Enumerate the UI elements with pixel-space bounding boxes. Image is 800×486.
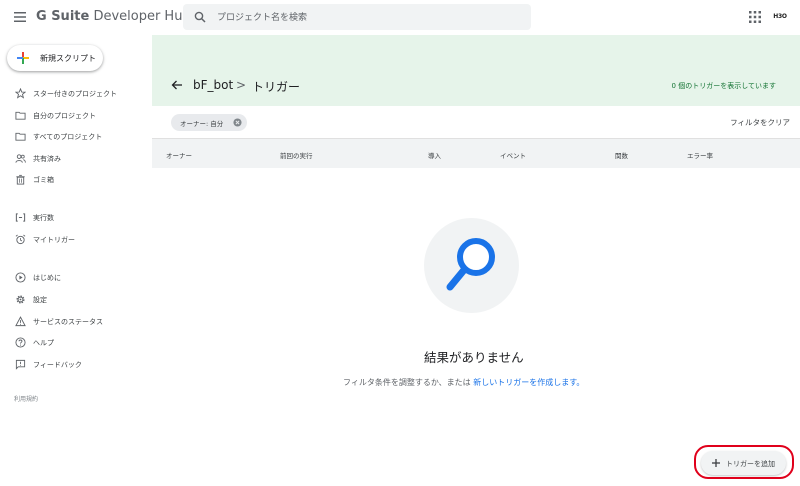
folder-icon [15,111,26,120]
avatar[interactable]: H3O [771,8,789,26]
sidebar-item-label: 自分のプロジェクト [33,112,96,120]
sidebar-item-getting-started[interactable]: はじめに [0,268,150,288]
back-arrow-icon[interactable] [171,79,183,91]
column-header-error-rate[interactable]: エラー率 [687,150,713,160]
sidebar-item-label: ヘルプ [33,339,54,347]
colorful-plus-icon [17,52,29,64]
project-header-banner: bF_bot > トリガー 0 個のトリガーを表示しています [152,35,800,106]
sidebar-item-shared[interactable]: 共有済み [0,149,150,169]
sidebar-item-all-projects[interactable]: すべてのプロジェクト [0,127,150,147]
magnifier-icon [446,238,495,291]
sidebar-item-label: スター付きのプロジェクト [33,90,117,98]
sidebar-item-my-triggers[interactable]: マイトリガー [0,230,150,250]
search-box[interactable] [183,4,531,30]
breadcrumb-project[interactable]: bF_bot [193,78,233,92]
create-trigger-link[interactable]: 新しいトリガーを作成します。 [473,378,584,387]
logo-suffix: Developer Hub [89,9,191,24]
terms-link[interactable]: 利用規約 [14,394,38,403]
sidebar-item-label: ゴミ箱 [33,176,54,184]
help-icon [15,337,26,348]
sidebar-item-trash[interactable]: ゴミ箱 [0,170,150,190]
logo-prefix: G Suite [36,9,90,24]
sidebar-item-label: 設定 [33,296,47,304]
column-header-owner[interactable]: オーナー [166,150,192,160]
sidebar-item-my-projects[interactable]: 自分のプロジェクト [0,106,150,126]
sidebar-item-starred[interactable]: スター付きのプロジェクト [0,84,150,104]
sidebar-item-label: すべてのプロジェクト [33,133,103,141]
gear-icon [16,295,25,304]
new-script-button[interactable]: 新規スクリプト [7,45,103,71]
chip-close-icon[interactable] [233,118,242,127]
alarm-icon [15,234,26,245]
column-header-event[interactable]: イベント [500,150,526,160]
people-icon [15,154,26,163]
feedback-icon [15,359,26,370]
sidebar-item-help[interactable]: ヘルプ [0,333,150,353]
column-header-last-run[interactable]: 前回の実行 [280,150,313,160]
star-icon [15,88,26,99]
empty-state-illustration [424,218,519,313]
sidebar-item-label: はじめに [33,274,61,282]
executions-icon [15,213,26,222]
clear-filter-button[interactable]: フィルタをクリア [730,117,790,128]
apps-grid-icon[interactable] [749,11,761,23]
empty-state-text: フィルタ条件を調整するか、または [343,378,474,387]
top-bar: G Suite Developer Hub H3O [0,0,800,34]
sidebar-item-label: フィードバック [33,361,82,369]
sidebar-item-label: サービスのステータス [33,318,103,326]
search-input[interactable] [215,8,519,28]
sidebar-item-label: 実行数 [33,214,54,222]
trigger-count-text: 0 個のトリガーを表示しています [671,82,776,90]
highlight-annotation [694,445,794,479]
sidebar-item-executions[interactable]: 実行数 [0,208,150,228]
new-script-label: 新規スクリプト [40,54,96,63]
app-logo[interactable]: G Suite Developer Hub [36,9,191,24]
breadcrumb-separator: > [236,78,247,92]
page-title: トリガー [252,80,301,94]
sidebar-item-settings[interactable]: 設定 [0,290,150,310]
sidebar-item-label: マイトリガー [33,236,75,244]
warning-icon [15,316,26,327]
trash-icon [16,174,25,185]
column-header-function[interactable]: 関数 [615,150,628,160]
search-icon [194,11,206,23]
owner-filter-chip[interactable]: オーナー: 自分 [171,114,247,131]
empty-state-title: 結果がありません [424,350,524,365]
column-header-deployment[interactable]: 導入 [428,150,441,160]
sidebar-item-feedback[interactable]: フィードバック [0,355,150,375]
hamburger-menu-icon[interactable] [12,9,28,25]
play-icon [15,272,26,283]
sidebar-item-service-status[interactable]: サービスのステータス [0,312,150,332]
folder-icon [15,132,26,141]
triggers-table-header: オーナー 前回の実行 導入 イベント 関数 エラー率 [152,138,800,168]
sidebar-item-label: 共有済み [33,155,61,163]
empty-state-message: フィルタ条件を調整するか、または 新しいトリガーを作成します。 [343,377,584,388]
filter-chip-label: オーナー: 自分 [180,120,224,128]
